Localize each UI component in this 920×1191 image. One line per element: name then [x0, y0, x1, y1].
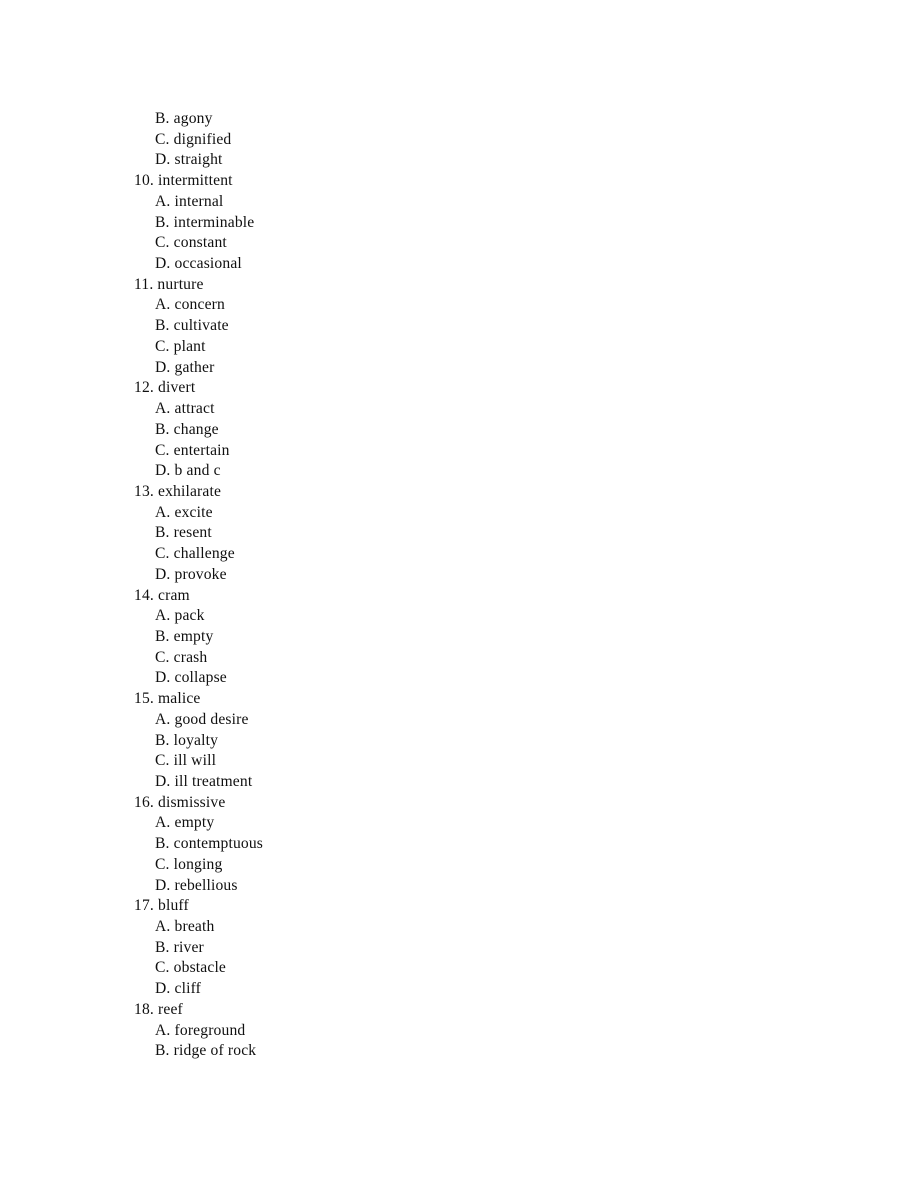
option-line[interactable]: C. dignified	[134, 130, 834, 151]
option-line[interactable]: C. plant	[134, 337, 834, 358]
option-line[interactable]: C. ill will	[134, 751, 834, 772]
option-line[interactable]: B. agony	[134, 109, 834, 130]
question-block: 16. dismissive A. empty B. contemptuous C. …	[134, 793, 834, 897]
question-block: 15. malice A. good desire B. loyalty C. ill…	[134, 689, 834, 793]
option-line[interactable]: D. b and c	[134, 461, 834, 482]
option-line[interactable]: B. change	[134, 420, 834, 441]
question-stem: 16. dismissive	[134, 793, 226, 811]
option-line[interactable]: A. internal	[134, 192, 834, 213]
question-stem: 12. divert	[134, 379, 196, 397]
option-line[interactable]: A. breath	[134, 917, 834, 938]
question-stem: 14. cram	[134, 586, 190, 604]
option-line[interactable]: A. concern	[134, 295, 834, 316]
option-line[interactable]: C. challenge	[134, 544, 834, 565]
option-line[interactable]: D. gather	[134, 358, 834, 379]
question-stem: 13. exhilarate	[134, 482, 222, 500]
option-line[interactable]: B. resent	[134, 523, 834, 544]
option-line[interactable]: A. excite	[134, 503, 834, 524]
option-line[interactable]: D. cliff	[134, 979, 834, 1000]
question-stem: 15. malice	[134, 690, 201, 708]
option-line[interactable]: C. longing	[134, 855, 834, 876]
option-line[interactable]: D. collapse	[134, 668, 834, 689]
option-line[interactable]: B. river	[134, 938, 834, 959]
question-stem: 17. bluff	[134, 897, 189, 915]
question-stem: 11. nurture	[134, 275, 204, 293]
option-line[interactable]: A. attract	[134, 399, 834, 420]
question-block: 17. bluff A. breath B. river C. obstacle D. …	[134, 896, 834, 1000]
question-list: B. agony C. dignified D. straight 10. inter…	[134, 109, 834, 1062]
option-line[interactable]: A. pack	[134, 606, 834, 627]
option-line[interactable]: B. empty	[134, 627, 834, 648]
option-line[interactable]: B. loyalty	[134, 731, 834, 752]
question-block: 18. reef A. foreground B. ridge of rock	[134, 1000, 834, 1062]
question-block: 13. exhilarate A. excite B. resent C. chall…	[134, 482, 834, 586]
option-line[interactable]: A. good desire	[134, 710, 834, 731]
option-line[interactable]: B. cultivate	[134, 316, 834, 337]
option-line[interactable]: B. interminable	[134, 213, 834, 234]
option-line[interactable]: C. constant	[134, 233, 834, 254]
option-line[interactable]: C. crash	[134, 648, 834, 669]
question-stem: 10. intermittent	[134, 172, 233, 190]
question-block: 14. cram A. pack B. empty C. crash D. collap…	[134, 586, 834, 690]
continued-option-group: B. agony C. dignified D. straight	[134, 109, 834, 171]
option-line[interactable]: D. ill treatment	[134, 772, 834, 793]
option-line[interactable]: C. obstacle	[134, 958, 834, 979]
option-line[interactable]: D. occasional	[134, 254, 834, 275]
option-line[interactable]: B. contemptuous	[134, 834, 834, 855]
option-line[interactable]: A. empty	[134, 813, 834, 834]
question-block: 10. intermittent A. internal B. interminab…	[134, 171, 834, 275]
option-line[interactable]: C. entertain	[134, 441, 834, 462]
option-line[interactable]: D. rebellious	[134, 876, 834, 897]
option-line[interactable]: D. provoke	[134, 565, 834, 586]
question-block: 12. divert A. attract B. change C. entertai…	[134, 378, 834, 482]
document-page: B. agony C. dignified D. straight 10. inter…	[0, 0, 920, 1191]
question-block: 11. nurture A. concern B. cultivate C. plan…	[134, 275, 834, 379]
option-line[interactable]: D. straight	[134, 150, 834, 171]
question-stem: 18. reef	[134, 1000, 183, 1018]
option-line[interactable]: B. ridge of rock	[134, 1041, 834, 1062]
option-line[interactable]: A. foreground	[134, 1021, 834, 1042]
